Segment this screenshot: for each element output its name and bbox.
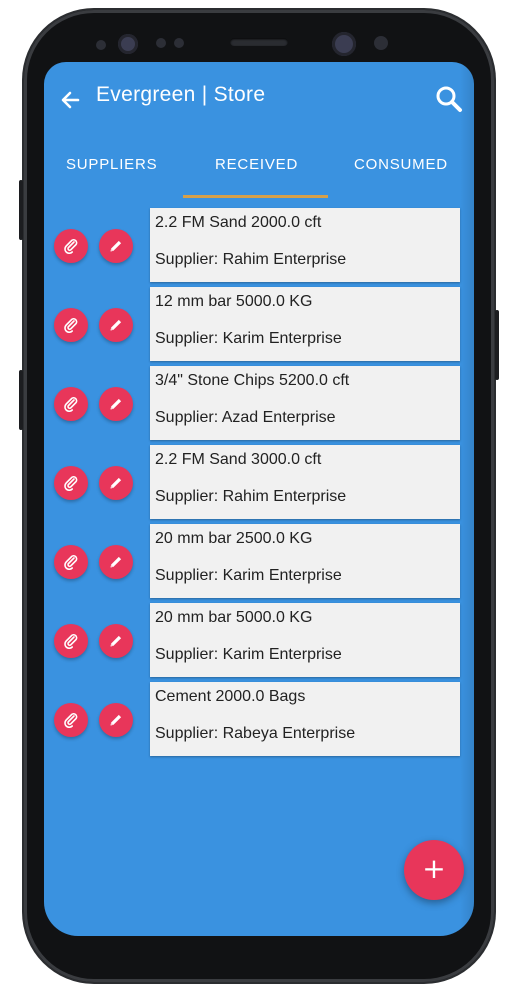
paperclip-icon [64,318,78,333]
pencil-icon [110,714,122,726]
top-bezel [24,10,494,70]
app-bar: Evergreen | Store [44,62,474,138]
item-title: 12 mm bar 5000.0 KG [155,293,313,310]
list-item: 2.2 FM Sand 3000.0 cft Supplier: Rahim En… [44,445,474,521]
item-card[interactable]: 3/4" Stone Chips 5200.0 cft Supplier: Aza… [150,366,460,440]
item-title: Cement 2000.0 Bags [155,688,306,705]
paperclip-icon [64,476,78,491]
item-card[interactable]: 2.2 FM Sand 2000.0 cft Supplier: Rahim En… [150,208,460,282]
item-supplier: Supplier: Rahim Enterprise [155,488,347,505]
list-item: 2.2 FM Sand 2000.0 cft Supplier: Rahim En… [44,208,474,284]
item-card[interactable]: Cement 2000.0 Bags Supplier: Rabeya Enter… [150,682,460,756]
tab-suppliers[interactable]: SUPPLIERS [66,156,157,173]
add-button[interactable]: + [404,840,464,900]
page-title: Evergreen | Store [96,83,266,106]
sensor-dot [156,38,166,48]
item-supplier: Supplier: Karim Enterprise [155,646,342,663]
paperclip-icon [64,713,78,728]
item-card[interactable]: 20 mm bar 5000.0 KG Supplier: Karim Enter… [150,603,460,677]
tab-received[interactable]: RECEIVED [215,156,298,173]
attach-button[interactable] [54,308,88,342]
earpiece-speaker [230,38,288,46]
attach-button[interactable] [54,703,88,737]
sensor-dot [96,40,106,50]
item-title: 3/4" Stone Chips 5200.0 cft [155,372,350,389]
edit-button[interactable] [99,387,133,421]
pencil-icon [110,319,122,331]
list-item: 12 mm bar 5000.0 KG Supplier: Karim Enter… [44,287,474,363]
item-supplier: Supplier: Karim Enterprise [155,330,342,347]
sensor-dot [374,36,388,50]
paperclip-icon [64,397,78,412]
pencil-icon [110,556,122,568]
pencil-icon [110,477,122,489]
edit-button[interactable] [99,545,133,579]
attach-button[interactable] [54,545,88,579]
edit-button[interactable] [99,308,133,342]
tab-consumed[interactable]: CONSUMED [354,156,448,173]
edit-button[interactable] [99,703,133,737]
volume-button [19,180,23,240]
tab-bar: SUPPLIERS RECEIVED CONSUMED [44,138,474,200]
paperclip-icon [64,239,78,254]
sensor-dot [174,38,184,48]
attach-button[interactable] [54,624,88,658]
arrow-left-icon[interactable] [56,86,84,114]
item-title: 2.2 FM Sand 2000.0 cft [155,214,322,231]
item-supplier: Supplier: Karim Enterprise [155,567,342,584]
app-screen: Evergreen | Store SUPPLIERS RECEIVED CON… [44,62,474,936]
bixby-button [19,370,23,430]
item-supplier: Supplier: Rahim Enterprise [155,251,347,268]
pencil-icon [110,635,122,647]
phone-frame: Evergreen | Store SUPPLIERS RECEIVED CON… [19,10,499,982]
item-supplier: Supplier: Rabeya Enterprise [155,725,356,742]
tab-indicator [183,195,328,198]
edit-button[interactable] [99,624,133,658]
list-item: 20 mm bar 5000.0 KG Supplier: Karim Enter… [44,603,474,679]
item-title: 20 mm bar 2500.0 KG [155,530,313,547]
paperclip-icon [64,555,78,570]
item-card[interactable]: 20 mm bar 2500.0 KG Supplier: Karim Enter… [150,524,460,598]
item-supplier: Supplier: Azad Enterprise [155,409,336,426]
item-title: 20 mm bar 5000.0 KG [155,609,313,626]
attach-button[interactable] [54,229,88,263]
paperclip-icon [64,634,78,649]
search-icon[interactable] [434,84,464,114]
list-item: 20 mm bar 2500.0 KG Supplier: Karim Enter… [44,524,474,600]
front-camera [332,32,356,56]
list-item: 3/4" Stone Chips 5200.0 cft Supplier: Aza… [44,366,474,442]
pencil-icon [110,398,122,410]
list-item: Cement 2000.0 Bags Supplier: Rabeya Enter… [44,682,474,758]
power-button [495,310,499,380]
item-card[interactable]: 12 mm bar 5000.0 KG Supplier: Karim Enter… [150,287,460,361]
item-title: 2.2 FM Sand 3000.0 cft [155,451,322,468]
attach-button[interactable] [54,466,88,500]
pencil-icon [110,240,122,252]
attach-button[interactable] [54,387,88,421]
edit-button[interactable] [99,466,133,500]
iris-camera [118,34,138,54]
item-card[interactable]: 2.2 FM Sand 3000.0 cft Supplier: Rahim En… [150,445,460,519]
edit-button[interactable] [99,229,133,263]
